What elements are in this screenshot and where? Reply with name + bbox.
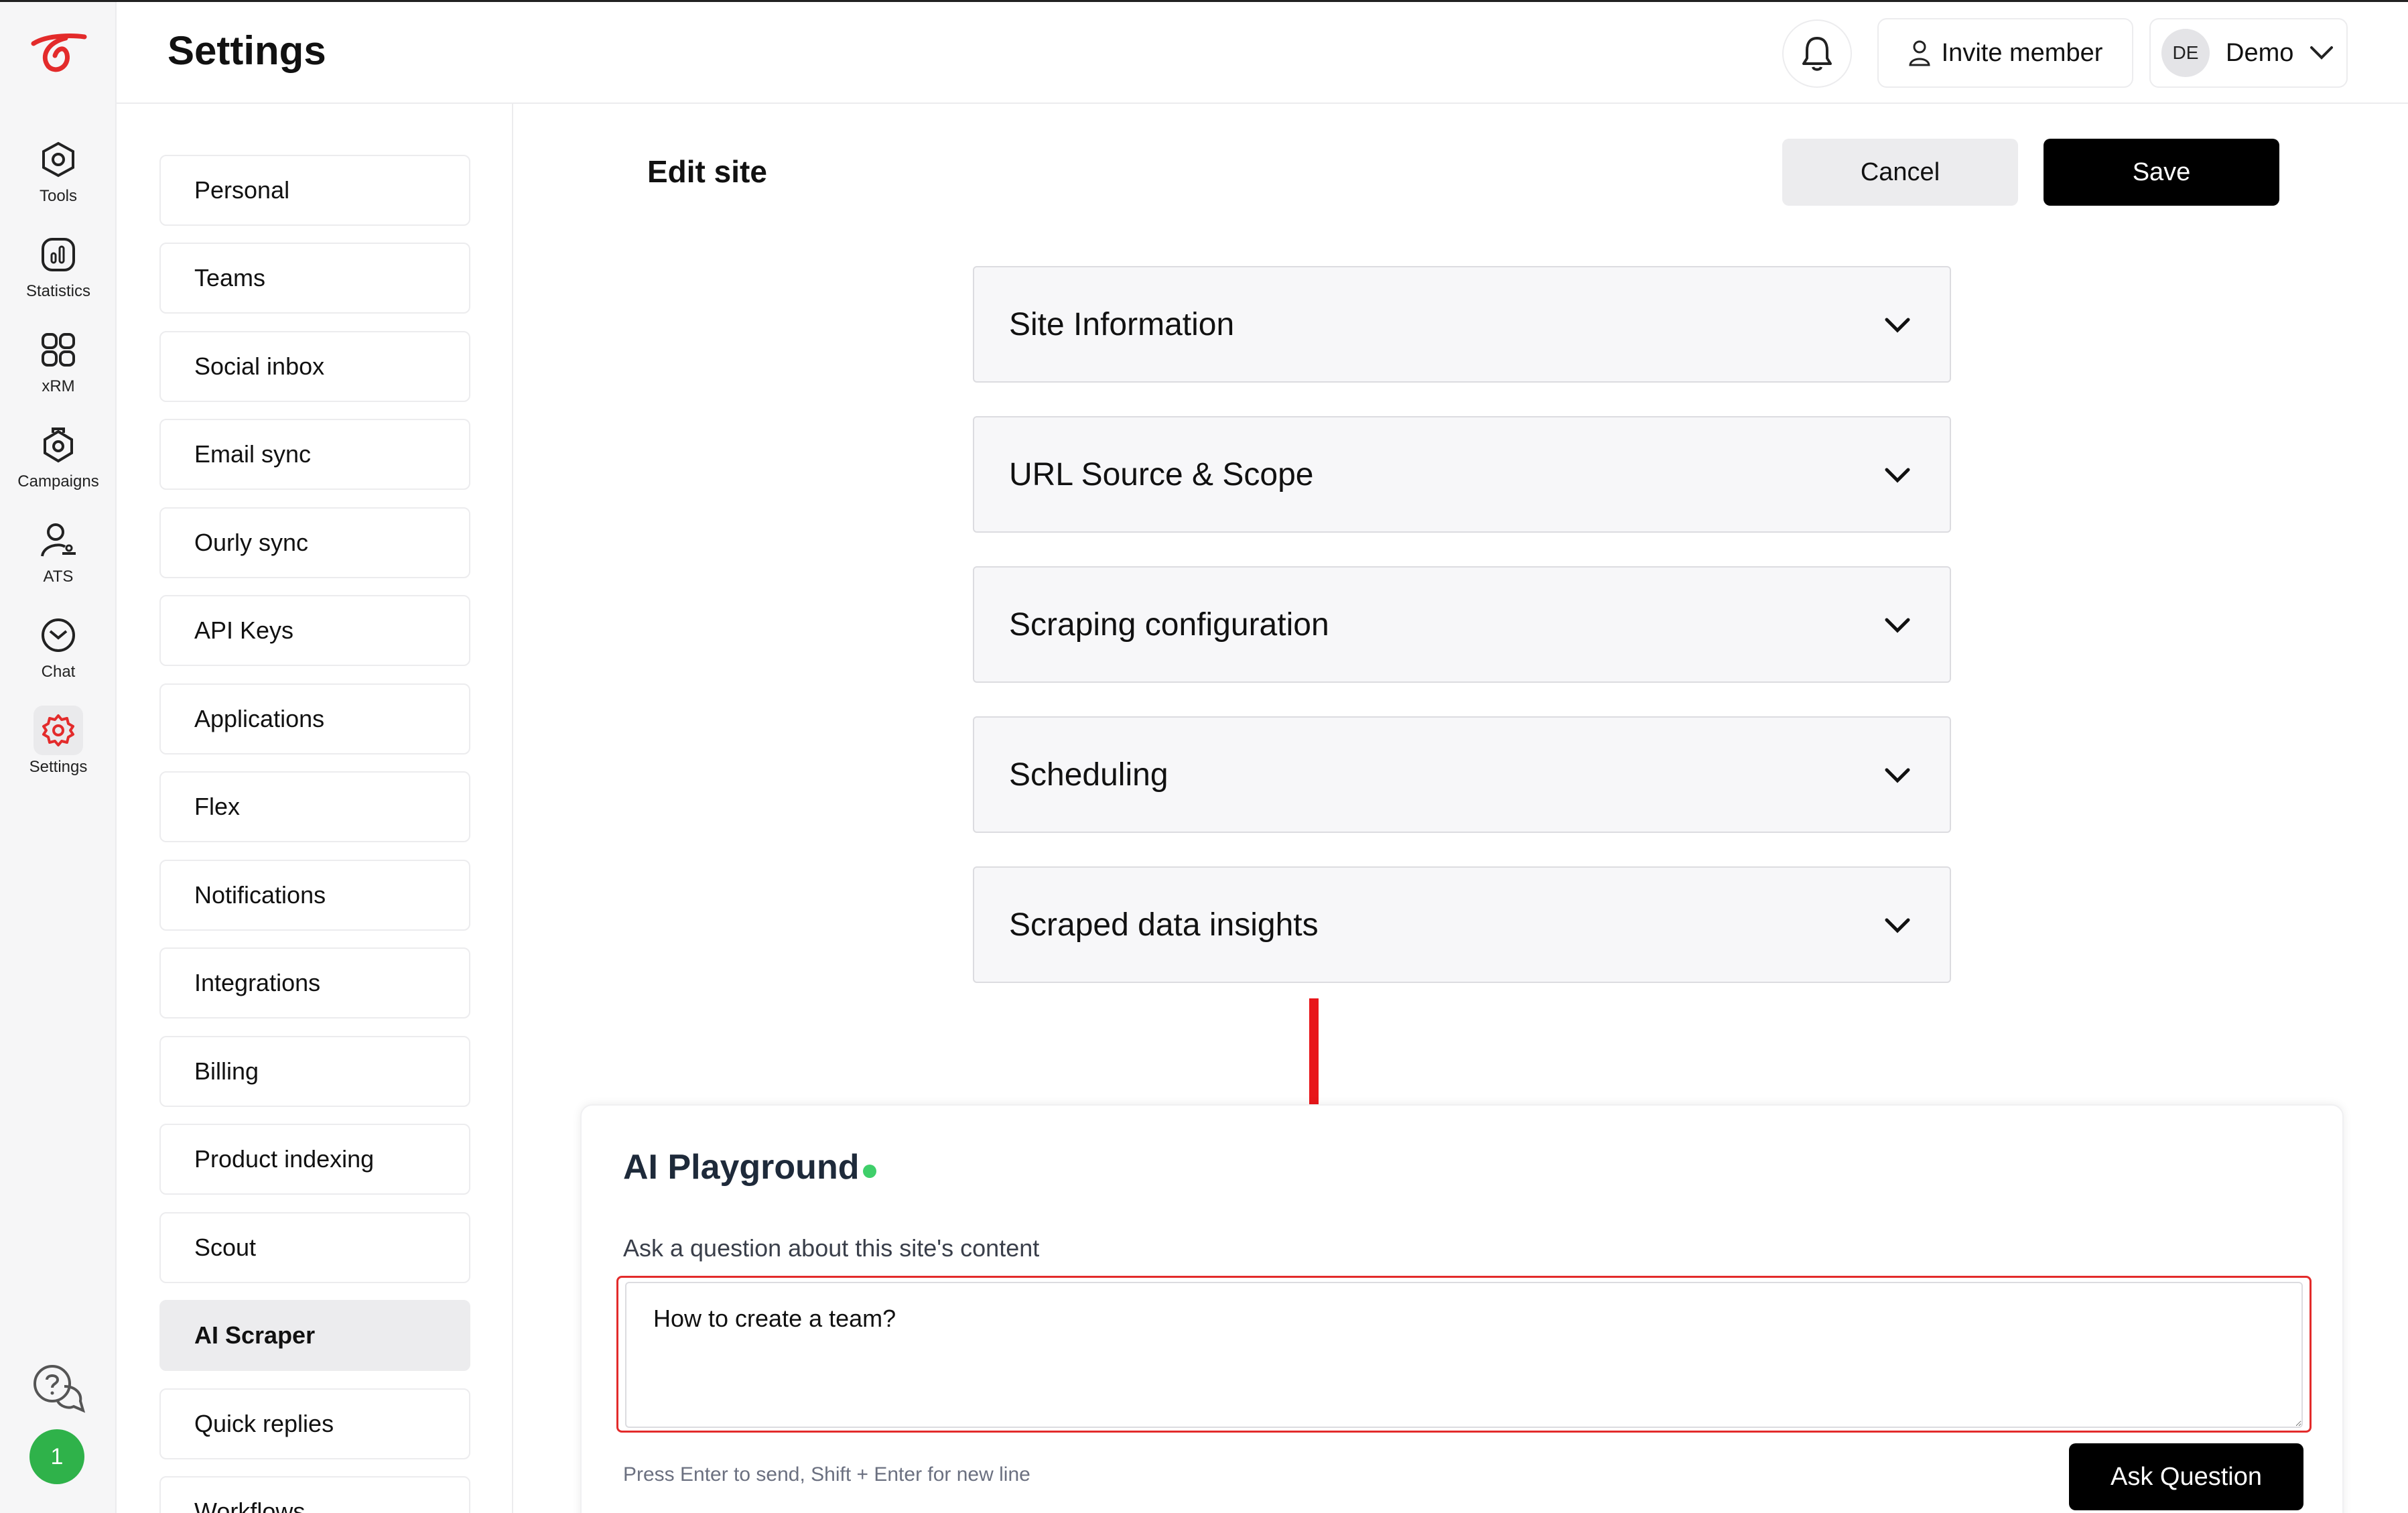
settings-nav-item[interactable]: API Keys (159, 595, 470, 666)
rail-item-chat[interactable]: Chat (0, 610, 117, 698)
settings-nav-item[interactable]: Notifications (159, 860, 470, 931)
rail-label: ATS (43, 568, 74, 586)
settings-nav-item[interactable]: Email sync (159, 419, 470, 490)
user-name: Demo (2226, 38, 2294, 67)
question-input[interactable]: How to create a team? (625, 1282, 2303, 1428)
rail-label: Campaigns (17, 472, 99, 490)
help-chat-icon[interactable] (31, 1362, 86, 1417)
chevron-down-icon (1885, 318, 1910, 333)
accordion-label: Scraping configuration (1009, 606, 1329, 643)
chevron-down-icon (1885, 618, 1910, 633)
settings-nav-item[interactable]: Scout (159, 1212, 470, 1283)
status-dot (863, 1165, 876, 1178)
rail-label: Statistics (25, 282, 91, 300)
highlight-frame: How to create a team? (616, 1276, 2312, 1433)
user-menu-button[interactable]: DE Demo (2149, 18, 2348, 88)
rail-label: Settings (29, 758, 88, 776)
app-rail: Tools Statistics xRM Campaigns ATS Chat (0, 2, 117, 1513)
settings-nav-item[interactable]: Applications (159, 683, 470, 754)
chevron-down-icon (1885, 768, 1910, 783)
rail-label: xRM (42, 377, 75, 395)
chevron-down-icon (2310, 46, 2334, 60)
cancel-button[interactable]: Cancel (1782, 139, 2018, 206)
accordion-label: Site Information (1009, 306, 1235, 342)
settings-nav-item[interactable]: Teams (159, 243, 470, 314)
settings-nav-item[interactable]: Billing (159, 1036, 470, 1107)
statistics-icon (34, 230, 83, 279)
notification-count-badge[interactable]: 1 (29, 1429, 84, 1484)
campaigns-icon (34, 420, 83, 470)
settings-nav-item[interactable]: Personal (159, 155, 470, 226)
brand-logo (31, 34, 87, 72)
chevron-down-icon (1885, 918, 1910, 933)
accordion-scraping-configuration[interactable]: Scraping configuration (973, 566, 1951, 683)
ai-playground-card: AI Playground Ask a question about this … (580, 1104, 2344, 1513)
tools-icon (34, 135, 83, 184)
ask-question-button[interactable]: Ask Question (2069, 1443, 2303, 1510)
grid-icon (34, 325, 83, 375)
rail-item-xrm[interactable]: xRM (0, 325, 117, 412)
rail-item-settings[interactable]: Settings (0, 706, 117, 793)
page-title: Settings (168, 28, 326, 73)
rail-item-ats[interactable]: ATS (0, 515, 117, 602)
section-title: Edit site (647, 154, 767, 189)
input-hint: Press Enter to send, Shift + Enter for n… (623, 1463, 1030, 1486)
bell-icon (1802, 37, 1832, 71)
settings-nav-item[interactable]: Workflows (159, 1476, 470, 1513)
invite-label: Invite member (1941, 38, 2103, 67)
rail-item-campaigns[interactable]: Campaigns (0, 420, 117, 507)
accordion-scheduling[interactable]: Scheduling (973, 716, 1951, 833)
accordion-scraped-data-insights[interactable]: Scraped data insights (973, 866, 1951, 983)
accordion-label: Scraped data insights (1009, 907, 1319, 943)
accordion-label: Scheduling (1009, 756, 1168, 793)
settings-nav-item[interactable]: Flex (159, 771, 470, 842)
settings-nav-item[interactable]: Social inbox (159, 331, 470, 402)
chat-icon (34, 610, 83, 660)
accordion-site-information[interactable]: Site Information (973, 266, 1951, 383)
ats-icon (34, 515, 83, 565)
rail-label: Tools (39, 187, 78, 205)
settings-nav: Personal Teams Social inbox Email sync O… (117, 104, 513, 1513)
ai-playground-title: AI Playground (623, 1148, 860, 1187)
chevron-down-icon (1885, 468, 1910, 483)
rail-item-statistics[interactable]: Statistics (0, 230, 117, 317)
user-icon (1908, 40, 1930, 66)
settings-nav-item[interactable]: Product indexing (159, 1124, 470, 1195)
accordion-url-source-scope[interactable]: URL Source & Scope (973, 416, 1951, 533)
save-button[interactable]: Save (2044, 139, 2279, 206)
rail-label: Chat (41, 663, 76, 681)
accordion-label: URL Source & Scope (1009, 456, 1314, 492)
top-header: Settings Invite member DE Demo (117, 2, 2408, 104)
rail-item-tools[interactable]: Tools (0, 135, 117, 222)
settings-nav-item[interactable]: Ourly sync (159, 507, 470, 578)
settings-nav-item[interactable]: Quick replies (159, 1388, 470, 1459)
question-label: Ask a question about this site's content (623, 1234, 1040, 1262)
avatar: DE (2161, 29, 2210, 77)
settings-nav-item[interactable]: Integrations (159, 947, 470, 1018)
notifications-button[interactable] (1782, 19, 1852, 88)
settings-nav-item-active[interactable]: AI Scraper (159, 1300, 470, 1371)
invite-member-button[interactable]: Invite member (1877, 18, 2133, 88)
gear-icon (34, 706, 83, 755)
